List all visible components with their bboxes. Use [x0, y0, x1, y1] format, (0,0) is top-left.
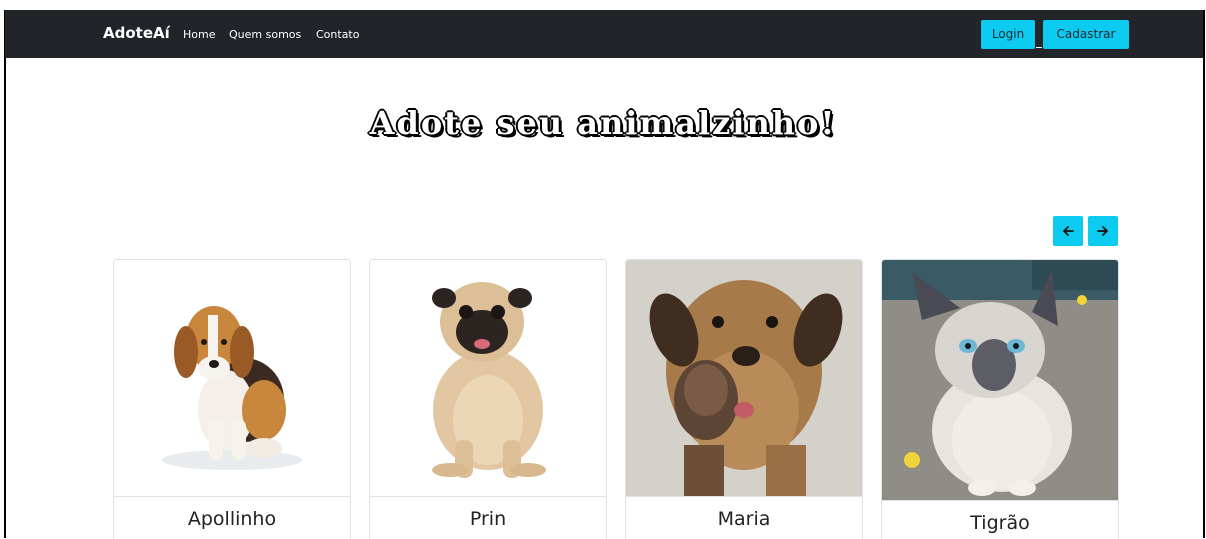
button-separator: [1036, 47, 1042, 48]
dog-paw-photo: [626, 260, 862, 496]
page: AdoteAí Home Quem somos Contato Login Ca…: [0, 0, 1206, 539]
card-divider: [626, 496, 862, 497]
nav-link-quem-somos[interactable]: Quem somos: [229, 28, 301, 41]
signup-button[interactable]: Cadastrar: [1043, 20, 1129, 49]
card-divider: [882, 500, 1118, 501]
pet-name: Tigrão: [970, 512, 1030, 534]
pet-name: Apollinho: [187, 508, 277, 530]
pet-card[interactable]: Apollinho: [113, 259, 351, 539]
beagle-photo: [114, 260, 350, 496]
pet-card[interactable]: Prin: [369, 259, 607, 539]
pet-name: Prin: [469, 508, 507, 530]
window-edge-right: [1203, 10, 1205, 538]
pet-card[interactable]: Tigrão: [881, 259, 1119, 539]
carousel-prev-button[interactable]: [1053, 216, 1083, 246]
nav-link-home[interactable]: Home: [183, 28, 215, 41]
pet-card[interactable]: Maria: [625, 259, 863, 539]
brand-logo[interactable]: AdoteAí: [103, 24, 170, 42]
page-title: Adote seu animalzinho!: [369, 104, 837, 142]
card-divider: [370, 496, 606, 497]
carousel-next-button[interactable]: [1088, 216, 1118, 246]
navbar: AdoteAí Home Quem somos Contato Login Ca…: [5, 10, 1203, 58]
nav-link-contato[interactable]: Contato: [316, 28, 359, 41]
login-button[interactable]: Login: [981, 20, 1035, 49]
window-edge-left: [4, 10, 6, 538]
arrow-left-icon: [1063, 226, 1074, 236]
siamese-cat-photo: [882, 260, 1118, 500]
card-divider: [114, 496, 350, 497]
pug-photo: [370, 260, 606, 496]
arrow-right-icon: [1097, 226, 1108, 236]
pet-name: Maria: [717, 508, 771, 530]
